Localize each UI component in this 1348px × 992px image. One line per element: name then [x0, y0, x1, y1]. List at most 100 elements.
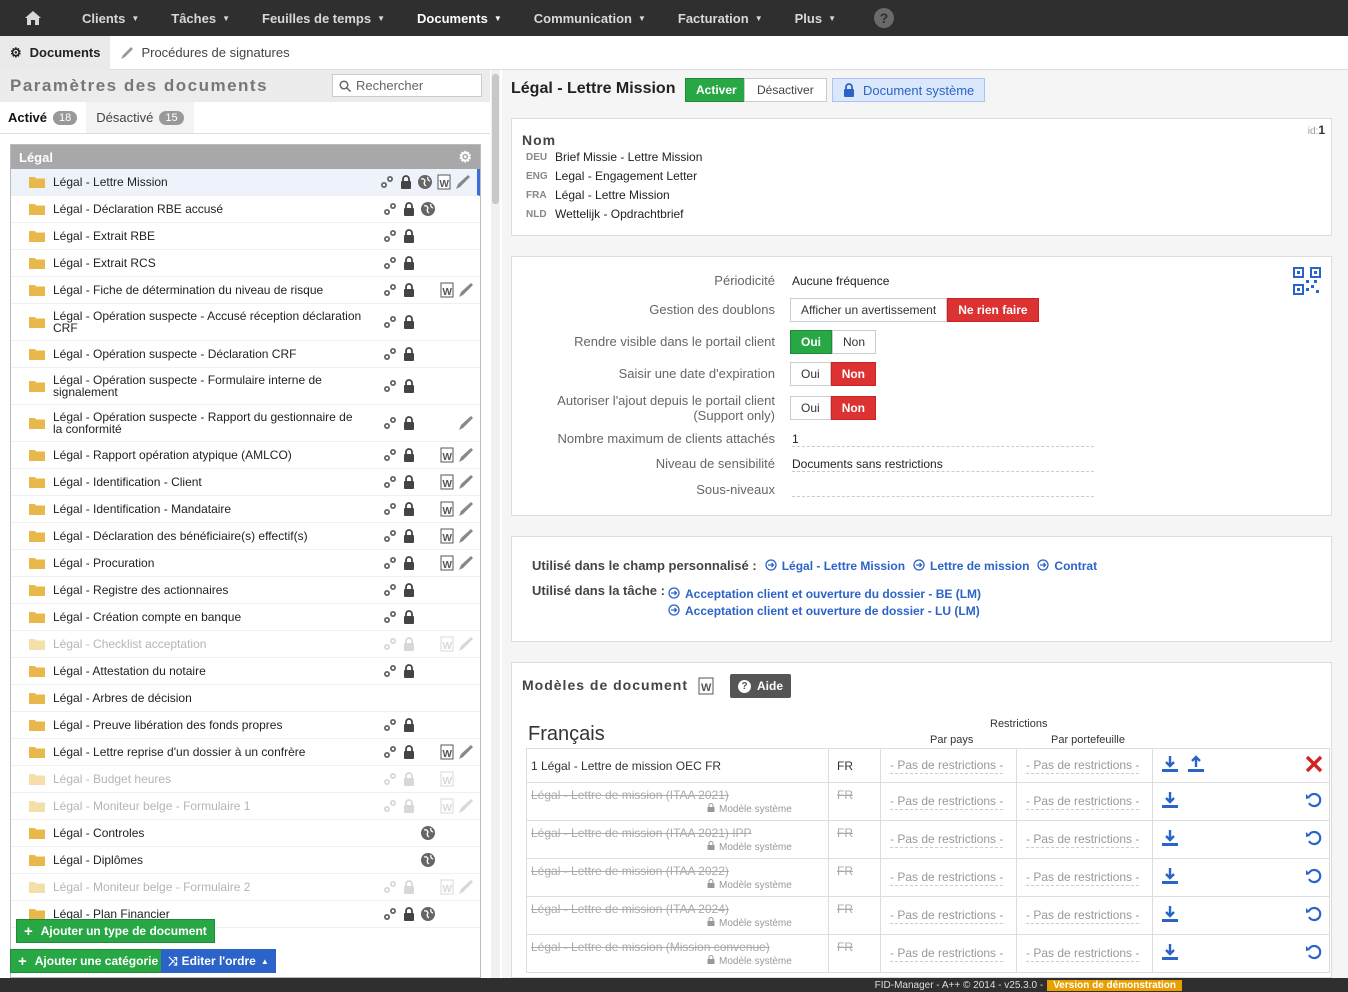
portfolio-restriction-cell[interactable]: - Pas de restrictions -	[1017, 935, 1153, 972]
nav-item-2[interactable]: Feuilles de temps ▼	[246, 0, 401, 36]
document-type-row[interactable]: Légal - Moniteur belge - Formulaire 1 W	[11, 793, 480, 820]
sublevels-field[interactable]	[792, 496, 1094, 497]
tab-inactive[interactable]: Désactivé 15	[86, 102, 194, 133]
translated-name[interactable]: Legal - Engagement Letter	[555, 169, 697, 183]
max-clients-value[interactable]: 1	[792, 432, 799, 446]
download-icon[interactable]	[1161, 905, 1179, 926]
model-name-cell[interactable]: Légal - Lettre de mission (ITAA 2022) Mod…	[527, 859, 829, 896]
model-name-cell[interactable]: Légal - Lettre de mission (Mission conve…	[527, 935, 829, 972]
delete-icon[interactable]	[1305, 755, 1323, 776]
nav-item-1[interactable]: Tâches ▼	[155, 0, 246, 36]
task-link[interactable]: Acceptation client et ouverture du dossi…	[685, 587, 981, 601]
translated-name[interactable]: Légal - Lettre Mission	[555, 188, 670, 202]
model-name-cell[interactable]: Légal - Lettre de mission (ITAA 2024) Mod…	[527, 897, 829, 934]
document-type-row[interactable]: Légal - Budget heures W	[11, 766, 480, 793]
document-type-row[interactable]: Légal - Arbres de décision	[11, 685, 480, 712]
document-type-row[interactable]: Légal - Lettre Mission W	[11, 169, 480, 196]
allow-no[interactable]: Non	[830, 396, 877, 420]
portfolio-restriction-cell[interactable]: - Pas de restrictions -	[1017, 749, 1153, 782]
document-type-row[interactable]: Légal - Extrait RBE	[11, 223, 480, 250]
nav-item-6[interactable]: Plus ▼	[779, 0, 852, 36]
nav-item-5[interactable]: Facturation ▼	[662, 0, 779, 36]
undo-icon[interactable]	[1305, 867, 1323, 888]
model-name-cell[interactable]: 1 Légal - Lettre de mission OEC FR	[527, 749, 829, 782]
document-type-row[interactable]: Légal - Diplômes	[11, 847, 480, 874]
activate-button[interactable]: Activer	[685, 78, 748, 102]
document-type-row[interactable]: Légal - Création compte en banque	[11, 604, 480, 631]
help-button[interactable]: ? Aide	[730, 674, 792, 698]
download-icon[interactable]	[1161, 791, 1179, 812]
deactivate-button[interactable]: Désactiver	[744, 78, 827, 102]
download-icon[interactable]	[1161, 867, 1179, 888]
portfolio-restriction-cell[interactable]: - Pas de restrictions -	[1017, 859, 1153, 896]
download-icon[interactable]	[1161, 829, 1179, 850]
undo-icon[interactable]	[1305, 829, 1323, 850]
country-restriction-cell[interactable]: - Pas de restrictions -	[881, 897, 1017, 934]
portfolio-restriction-cell[interactable]: - Pas de restrictions -	[1017, 897, 1153, 934]
model-name-cell[interactable]: Légal - Lettre de mission (ITAA 2021) IP…	[527, 821, 829, 858]
periodicity-value[interactable]: Aucune fréquence	[792, 274, 889, 288]
left-scrollbar[interactable]	[491, 70, 500, 978]
nav-item-3[interactable]: Documents ▼	[401, 0, 518, 36]
dup-warn-option[interactable]: Afficher un avertissement	[790, 298, 948, 322]
country-restriction-cell[interactable]: - Pas de restrictions -	[881, 783, 1017, 820]
translated-name[interactable]: Wettelijk - Opdrachtbrief	[555, 207, 684, 221]
document-type-row[interactable]: Légal - Checklist acceptation W	[11, 631, 480, 658]
category-header[interactable]: Légal ⚙	[11, 145, 480, 169]
document-type-row[interactable]: Légal - Rapport opération atypique (AMLC…	[11, 442, 480, 469]
country-restriction-cell[interactable]: - Pas de restrictions -	[881, 821, 1017, 858]
nav-item-4[interactable]: Communication ▼	[518, 0, 662, 36]
document-type-row[interactable]: Légal - Procuration W	[11, 550, 480, 577]
custom-field-link[interactable]: Légal - Lettre Mission	[782, 559, 905, 573]
portfolio-restriction-cell[interactable]: - Pas de restrictions -	[1017, 783, 1153, 820]
allow-yes[interactable]: Oui	[790, 396, 831, 420]
document-type-row[interactable]: Légal - Déclaration RBE accusé	[11, 196, 480, 223]
download-icon[interactable]	[1161, 755, 1179, 776]
task-link[interactable]: Acceptation client et ouverture de dossi…	[685, 604, 980, 618]
document-type-row[interactable]: Légal - Fiche de détermination du niveau…	[11, 277, 480, 304]
country-restriction-cell[interactable]: - Pas de restrictions -	[881, 749, 1017, 782]
add-category-button[interactable]: + Ajouter une catégorie	[10, 949, 167, 973]
custom-field-link[interactable]: Contrat	[1054, 559, 1097, 573]
tab-active[interactable]: Activé 18	[0, 102, 86, 133]
expiry-no[interactable]: Non	[830, 362, 877, 386]
country-restriction-cell[interactable]: - Pas de restrictions -	[881, 859, 1017, 896]
help-icon[interactable]: ?	[874, 8, 894, 28]
document-type-row[interactable]: Légal - Opération suspecte - Rapport du …	[11, 405, 480, 442]
document-type-row[interactable]: Légal - Opération suspecte - Formulaire …	[11, 368, 480, 405]
document-type-row[interactable]: Légal - Controles	[11, 820, 480, 847]
document-type-row[interactable]: Légal - Opération suspecte - Déclaration…	[11, 341, 480, 368]
document-type-row[interactable]: Légal - Identification - Mandataire W	[11, 496, 480, 523]
translated-name[interactable]: Brief Missie - Lettre Mission	[555, 150, 702, 164]
nav-item-0[interactable]: Clients ▼	[66, 0, 155, 36]
undo-icon[interactable]	[1305, 943, 1323, 964]
document-type-row[interactable]: Légal - Attestation du notaire	[11, 658, 480, 685]
portal-yes[interactable]: Oui	[790, 330, 832, 354]
document-type-row[interactable]: Légal - Preuve libération des fonds prop…	[11, 712, 480, 739]
settings-gear-icon[interactable]: ⚙	[459, 148, 472, 166]
subtab-signature-procedures[interactable]: Procédures de signatures	[110, 36, 299, 70]
edit-order-button[interactable]: ⤨ Editer l'ordre ▲	[161, 949, 276, 973]
undo-icon[interactable]	[1305, 791, 1323, 812]
document-type-row[interactable]: Légal - Déclaration des bénéficiaire(s) …	[11, 523, 480, 550]
sensitivity-value[interactable]: Documents sans restrictions	[792, 457, 943, 471]
system-document-button[interactable]: Document système	[832, 78, 986, 102]
qr-code-icon[interactable]	[1293, 267, 1321, 298]
document-type-row[interactable]: Légal - Opération suspecte - Accusé réce…	[11, 304, 480, 341]
home-button[interactable]	[0, 0, 66, 36]
document-type-row[interactable]: Légal - Registre des actionnaires	[11, 577, 480, 604]
subtab-documents[interactable]: ⚙ Documents	[0, 35, 111, 70]
add-document-type-button[interactable]: + Ajouter un type de document	[16, 919, 215, 943]
upload-icon[interactable]	[1187, 755, 1205, 776]
portfolio-restriction-cell[interactable]: - Pas de restrictions -	[1017, 821, 1153, 858]
search-input[interactable]: Rechercher	[332, 74, 482, 97]
dup-nothing-option[interactable]: Ne rien faire	[947, 298, 1039, 322]
custom-field-link[interactable]: Lettre de mission	[930, 559, 1029, 573]
expiry-yes[interactable]: Oui	[790, 362, 831, 386]
scrollbar-thumb[interactable]	[492, 74, 499, 204]
document-type-row[interactable]: Légal - Extrait RCS	[11, 250, 480, 277]
download-icon[interactable]	[1161, 943, 1179, 964]
document-type-row[interactable]: Légal - Identification - Client W	[11, 469, 480, 496]
undo-icon[interactable]	[1305, 905, 1323, 926]
country-restriction-cell[interactable]: - Pas de restrictions -	[881, 935, 1017, 972]
